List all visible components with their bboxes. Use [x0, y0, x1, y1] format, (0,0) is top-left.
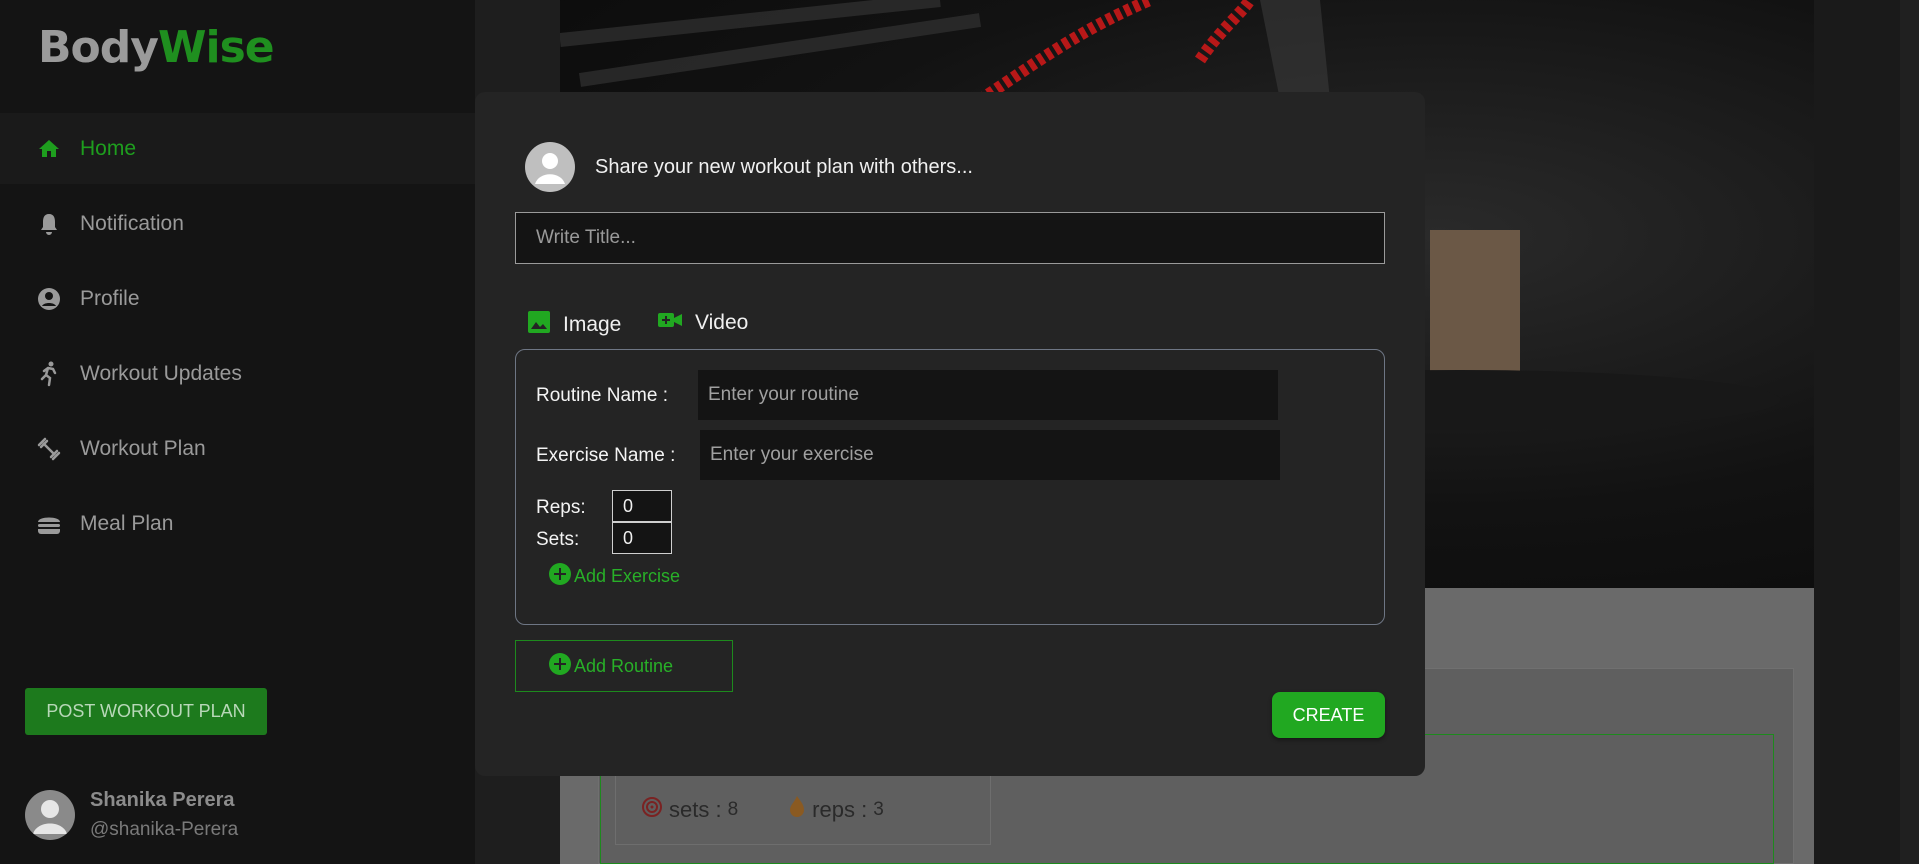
sidebar-item-label: Meal Plan — [80, 511, 174, 535]
video-icon — [657, 310, 683, 336]
plus-circle-icon — [548, 652, 572, 681]
home-icon — [36, 136, 62, 162]
burger-icon — [36, 511, 62, 537]
create-workout-plan-modal: Share your new workout plan with others.… — [475, 92, 1425, 776]
add-routine-button[interactable]: Add Routine — [515, 640, 733, 692]
sets-input[interactable] — [612, 522, 672, 554]
user-name: Shanika Perera — [90, 789, 235, 811]
user-circle-icon — [36, 286, 62, 312]
reps-input[interactable] — [612, 490, 672, 522]
sidebar: BodyWise Home Notification Profile Worko… — [0, 0, 475, 864]
create-button[interactable]: CREATE — [1272, 692, 1385, 738]
sidebar-item-workout-plan[interactable]: Workout Plan — [0, 413, 475, 484]
modal-heading: Share your new workout plan with others.… — [595, 156, 973, 178]
sets-label: Sets: — [536, 529, 580, 550]
routine-form: Routine Name : Exercise Name : Reps: Set… — [515, 349, 1385, 625]
exercise-name-label: Exercise Name : — [536, 445, 676, 466]
reps-stat: reps : 3 — [788, 795, 884, 825]
sidebar-item-label: Workout Plan — [80, 436, 206, 460]
image-upload-button[interactable]: Image — [527, 310, 621, 340]
sidebar-item-home[interactable]: Home — [0, 113, 475, 184]
routine-name-label: Routine Name : — [536, 385, 669, 406]
reps-label: Reps: — [536, 497, 586, 518]
fire-icon — [788, 795, 806, 825]
avatar[interactable] — [25, 790, 75, 840]
running-icon — [36, 361, 62, 387]
bell-icon — [36, 211, 62, 237]
workout-stats: sets : 8 reps : 3 — [615, 775, 991, 845]
avatar — [525, 142, 575, 192]
scrollbar[interactable] — [1900, 0, 1919, 864]
sidebar-item-label: Home — [80, 136, 137, 160]
sidebar-item-meal-plan[interactable]: Meal Plan — [0, 488, 475, 559]
sidebar-item-workout-updates[interactable]: Workout Updates — [0, 338, 475, 409]
exercise-name-input[interactable] — [700, 430, 1280, 480]
sidebar-item-label: Notification — [80, 211, 184, 235]
dumbbell-icon — [36, 436, 62, 462]
sidebar-item-profile[interactable]: Profile — [0, 263, 475, 334]
post-workout-plan-button[interactable]: POST WORKOUT PLAN — [25, 688, 267, 735]
logo: BodyWise — [38, 22, 275, 73]
add-exercise-button[interactable]: Add Exercise — [548, 562, 680, 591]
target-icon — [641, 796, 663, 824]
image-icon — [527, 310, 551, 340]
sidebar-item-label: Workout Updates — [80, 361, 242, 385]
plus-circle-icon — [548, 562, 572, 591]
video-upload-button[interactable]: Video — [657, 310, 748, 336]
sidebar-item-label: Profile — [80, 286, 140, 310]
user-handle: @shanika-Perera — [90, 819, 239, 840]
routine-name-input[interactable] — [698, 370, 1278, 420]
sidebar-item-notification[interactable]: Notification — [0, 188, 475, 259]
title-input[interactable] — [515, 212, 1385, 264]
sets-stat: sets : 8 — [641, 796, 738, 824]
